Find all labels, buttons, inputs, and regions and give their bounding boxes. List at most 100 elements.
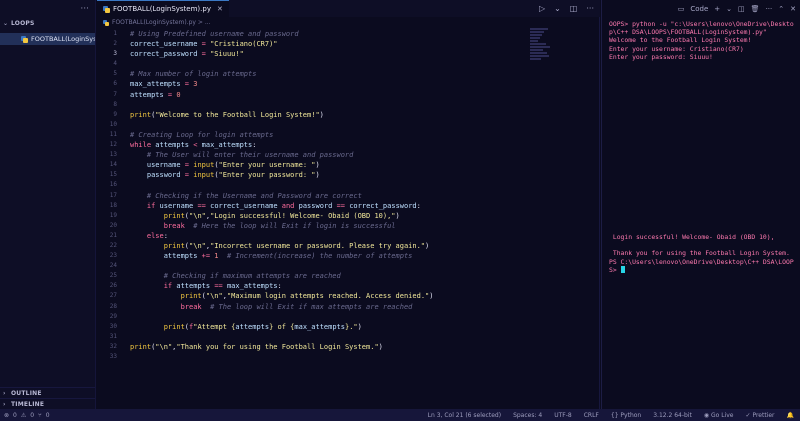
code-line: 3 correct_password = "Siuuu!" bbox=[113, 50, 244, 59]
warning-count[interactable]: 0 bbox=[30, 412, 34, 419]
timeline-label: TIMELINE bbox=[11, 400, 45, 408]
outline-section[interactable]: › OUTLINE bbox=[0, 387, 95, 398]
maximize-icon[interactable]: ⌃ bbox=[778, 5, 784, 13]
code-line: 4 bbox=[113, 60, 117, 68]
add-terminal-icon[interactable]: + bbox=[714, 5, 720, 13]
indentation[interactable]: Spaces: 4 bbox=[513, 412, 542, 419]
code-line: 17 # Checking if the Username and Passwo… bbox=[109, 191, 362, 200]
chevron-down-icon: ⌄ bbox=[3, 19, 9, 27]
tab-football-login[interactable]: FOOTBALL(LoginSystem).py ✕ bbox=[97, 0, 229, 17]
explorer-section-loops[interactable]: ⌄ LOOPS bbox=[0, 17, 95, 29]
warning-icon[interactable]: ⚠ bbox=[21, 412, 26, 419]
code-line: 15 password = input("Enter your password… bbox=[109, 171, 320, 180]
error-icon[interactable]: ⊗ bbox=[4, 412, 9, 419]
code-line: 25 # Checking if maximum attempts are re… bbox=[109, 272, 341, 281]
more-icon[interactable]: ··· bbox=[80, 4, 89, 14]
terminal-panel[interactable]: ▭ Code + ⌄ ◫ 🗑 ··· ⌃ ✕ OOPS> python -u "… bbox=[601, 0, 800, 409]
editor-group: FOOTBALL(LoginSystem).py ✕ ▷ ⌄ ◫ ··· FOO… bbox=[97, 0, 600, 409]
outline-label: OUTLINE bbox=[11, 389, 42, 397]
code-line: 11 # Creating Loop for login attempts bbox=[109, 130, 274, 139]
code-line: 21 else: bbox=[109, 231, 168, 240]
code-line: 32 print("\n", "Thank you for using the Fo… bbox=[109, 342, 383, 351]
chevron-right-icon: › bbox=[3, 400, 6, 408]
code-line: 30 print(f "Attempt {attempts} of {max_at… bbox=[109, 322, 362, 331]
terminal-header: ▭ Code + ⌄ ◫ 🗑 ··· ⌃ ✕ bbox=[602, 0, 800, 17]
line-endings[interactable]: CRLF bbox=[584, 412, 599, 419]
code-line: 12 while attempts < max_attempts: bbox=[109, 141, 257, 150]
sidebar-header: ··· bbox=[0, 0, 95, 17]
code-line: 6 max_attempts = 3 bbox=[113, 80, 198, 89]
chevron-down-icon[interactable]: ⌄ bbox=[726, 5, 732, 13]
editor-actions: ▷ ⌄ ◫ ··· bbox=[539, 0, 594, 17]
info-count[interactable]: 0 bbox=[46, 412, 50, 419]
python-file-icon bbox=[21, 35, 28, 43]
section-title: LOOPS bbox=[11, 19, 35, 27]
python-file-icon bbox=[103, 19, 109, 26]
file-name: FOOTBALL(LoginSys... bbox=[31, 35, 95, 43]
cursor-position[interactable]: Ln 3, Col 21 (6 selected) bbox=[428, 412, 501, 419]
code-line: 31 bbox=[109, 332, 117, 340]
minimap[interactable] bbox=[530, 28, 552, 68]
terminal-line: Login successful! Welcome- Obaid (OBD 10… bbox=[609, 233, 775, 242]
explorer-file-item[interactable]: FOOTBALL(LoginSys... bbox=[0, 33, 95, 45]
code-line: 20 break # Here the loop will Exit if lo… bbox=[109, 221, 396, 230]
code-line: 33 bbox=[109, 353, 117, 360]
code-line: 23 attempts += 1 # Increment(increase) t… bbox=[109, 252, 413, 261]
code-line: 24 bbox=[109, 262, 117, 270]
terminal-icon: ▭ bbox=[677, 4, 685, 13]
run-icon[interactable]: ▷ bbox=[539, 4, 545, 13]
python-interpreter[interactable]: 3.12.2 64-bit bbox=[653, 412, 692, 419]
code-line: 27 print("\n", "Maximum login attempts re… bbox=[109, 292, 434, 301]
split-editor-icon[interactable]: ◫ bbox=[570, 4, 578, 13]
chevron-down-icon[interactable]: ⌄ bbox=[554, 4, 561, 13]
go-live-button[interactable]: ◉ Go Live bbox=[704, 412, 734, 419]
code-line: 7 attempts = 0 bbox=[113, 90, 181, 99]
editor-divider bbox=[599, 17, 600, 409]
terminal-line: Enter your username: Cristiano(CR7) bbox=[609, 44, 744, 53]
status-bar: ⊗ 0 ⚠ 0 ⑂ 0 Ln 3, Col 21 (6 selected) Sp… bbox=[0, 409, 800, 421]
code-area[interactable]: 1 # Using Predefined username and passwor… bbox=[97, 29, 537, 362]
tab-bar: FOOTBALL(LoginSystem).py ✕ ▷ ⌄ ◫ ··· bbox=[97, 0, 600, 17]
encoding[interactable]: UTF-8 bbox=[554, 412, 572, 419]
terminal-label[interactable]: Code bbox=[690, 5, 708, 13]
code-line: 2 correct_username = "Cristiano(CR7)" bbox=[113, 40, 278, 49]
ports-icon[interactable]: ⑂ bbox=[38, 412, 42, 419]
breadcrumb[interactable]: FOOTBALL(LoginSystem).py > ... bbox=[97, 17, 600, 28]
close-icon[interactable]: ✕ bbox=[790, 5, 796, 13]
terminal-prompt: PS C:\Users\lenovo\OneDrive\Desktop\C++ … bbox=[609, 257, 794, 274]
error-count[interactable]: 0 bbox=[13, 412, 17, 419]
code-line: 1 # Using Predefined username and passwor… bbox=[113, 30, 299, 38]
terminal-line: OOPS> python -u "c:\Users\lenovo\OneDriv… bbox=[609, 20, 794, 37]
timeline-section[interactable]: › TIMELINE bbox=[0, 398, 95, 409]
python-file-icon bbox=[103, 5, 110, 13]
split-terminal-icon[interactable]: ◫ bbox=[738, 5, 745, 13]
more-icon[interactable]: ··· bbox=[766, 5, 773, 13]
terminal-cursor bbox=[620, 265, 625, 273]
code-line: 29 bbox=[109, 312, 117, 320]
breadcrumb-text: FOOTBALL(LoginSystem).py > ... bbox=[112, 19, 211, 26]
code-line: 8 bbox=[113, 100, 117, 108]
code-line: 16 bbox=[109, 181, 117, 189]
more-icon[interactable]: ··· bbox=[586, 4, 594, 13]
close-icon[interactable]: ✕ bbox=[217, 5, 223, 13]
explorer-sidebar: ··· ⌄ LOOPS FOOTBALL(LoginSys... › OUTLI… bbox=[0, 0, 96, 409]
code-line: 5 # Max number of login attempts bbox=[113, 70, 257, 79]
tab-label: FOOTBALL(LoginSystem).py bbox=[113, 5, 211, 13]
prettier-button[interactable]: ✓ Prettier bbox=[746, 412, 775, 419]
chevron-right-icon: › bbox=[3, 389, 6, 397]
code-line: 9 print("Welcome to the Football Login Sy… bbox=[113, 110, 324, 119]
code-line: 10 bbox=[109, 120, 117, 128]
terminal-line: Enter your password: Siuuu! bbox=[609, 52, 713, 61]
code-line: 28 break # The loop will Exit if max att… bbox=[109, 302, 413, 311]
code-line: 18 if username == correct_username and p… bbox=[109, 201, 421, 210]
trash-icon[interactable]: 🗑 bbox=[751, 5, 760, 13]
language-mode[interactable]: {} Python bbox=[611, 412, 641, 419]
code-line: 26 if attempts == max_attempts: bbox=[109, 282, 282, 291]
terminal-output: OOPS> python -u "c:\Users\lenovo\OneDriv… bbox=[602, 17, 800, 274]
terminal-line: Welcome to the Football Login System! bbox=[609, 36, 752, 45]
code-line: 22 print("\n", "Incorrect username or pas… bbox=[109, 241, 430, 250]
code-line: 19 print("\n", "Login successful! Welcome… bbox=[109, 211, 400, 220]
notifications-icon[interactable]: 🔔 bbox=[787, 412, 794, 419]
code-line: 13 # The User will enter their username … bbox=[109, 151, 354, 160]
